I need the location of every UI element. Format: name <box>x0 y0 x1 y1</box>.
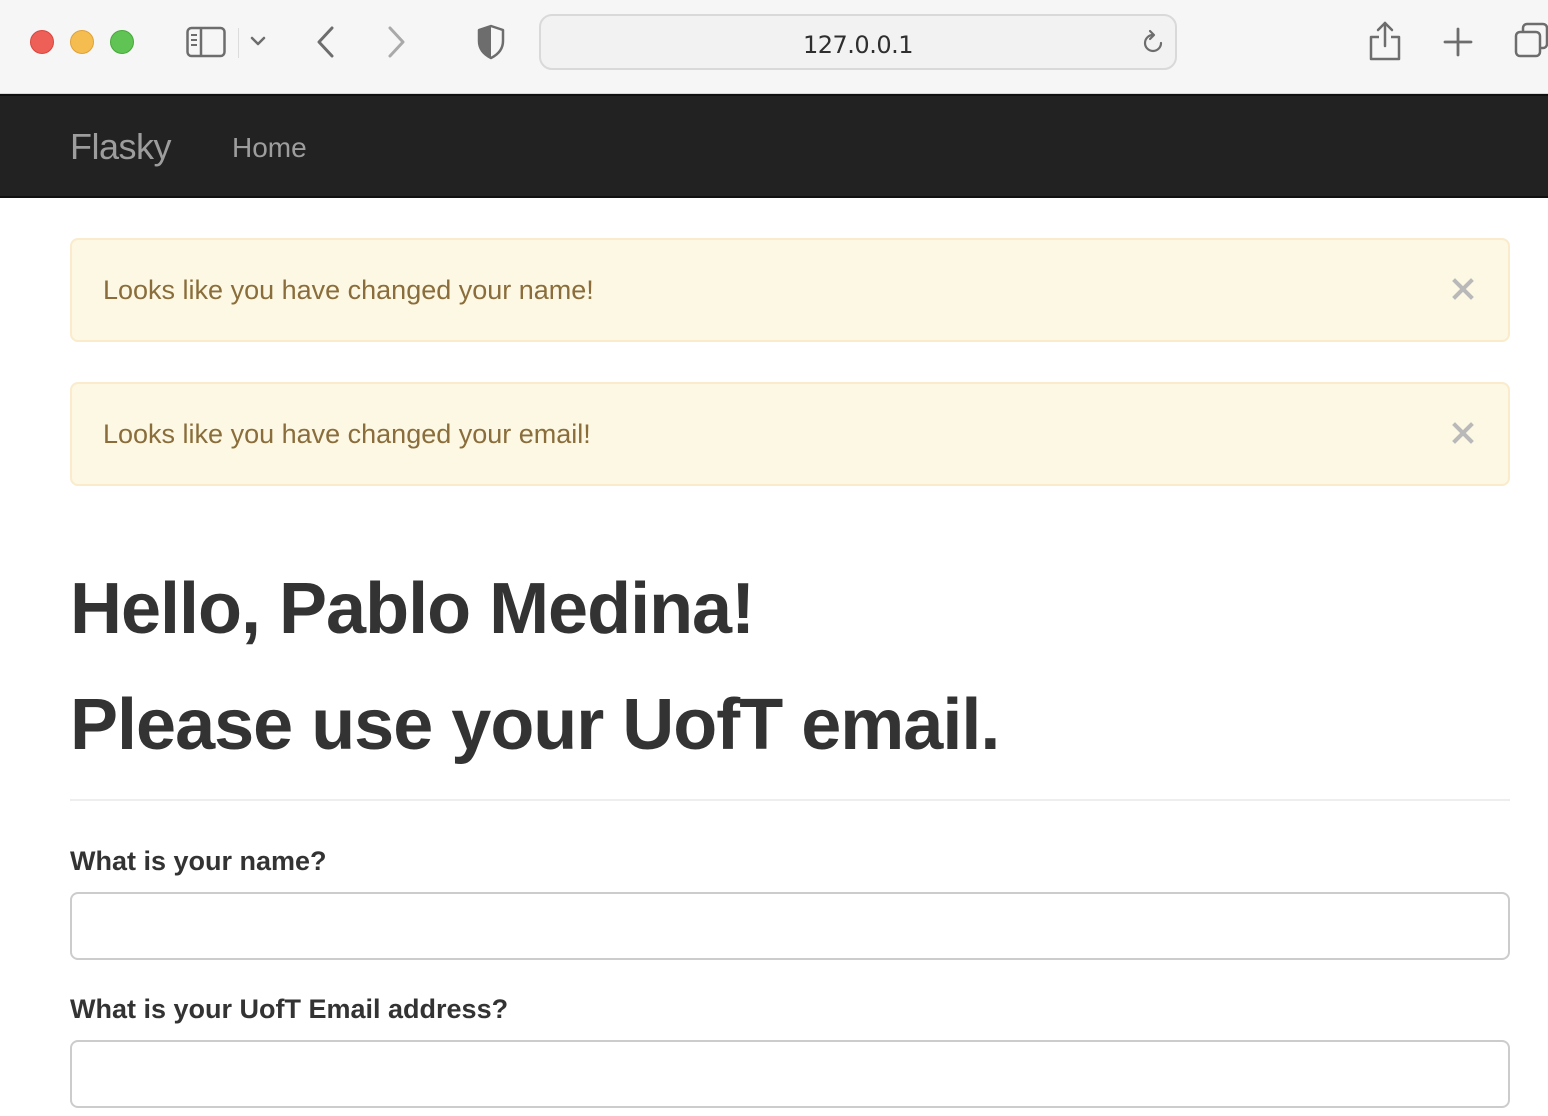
window-close-button[interactable] <box>30 30 54 54</box>
window-maximize-button[interactable] <box>110 30 134 54</box>
plus-icon[interactable] <box>1442 26 1474 58</box>
toolbar-divider <box>238 28 239 58</box>
nav-link-home[interactable]: Home <box>232 132 307 164</box>
address-url: 127.0.0.1 <box>802 31 914 59</box>
shield-icon[interactable] <box>476 24 506 60</box>
page-header: Hello, Pablo Medina! Please use your Uof… <box>70 560 1510 801</box>
greeting-heading: Hello, Pablo Medina! <box>70 569 755 649</box>
close-icon[interactable] <box>1448 274 1478 304</box>
chevron-down-icon[interactable] <box>250 34 266 48</box>
email-input[interactable] <box>70 1040 1510 1108</box>
reload-icon[interactable] <box>1139 29 1167 57</box>
address-bar[interactable]: 127.0.0.1 <box>539 14 1177 70</box>
alert-message: Looks like you have changed your name! <box>103 275 594 305</box>
alert-message: Looks like you have changed your email! <box>103 419 591 449</box>
flash-alert-email: Looks like you have changed your email! <box>70 382 1510 486</box>
email-field-label: What is your UofT Email address? <box>70 994 509 1024</box>
chevron-left-icon[interactable] <box>312 24 338 60</box>
tabs-overview-icon[interactable] <box>1514 22 1548 60</box>
name-input[interactable] <box>70 892 1510 960</box>
sidebar-icon[interactable] <box>186 26 226 58</box>
navbar: Flasky Home <box>0 94 1548 198</box>
flash-alert-name: Looks like you have changed your name! <box>70 238 1510 342</box>
share-icon[interactable] <box>1368 20 1402 62</box>
name-field-label: What is your name? <box>70 846 327 876</box>
close-icon[interactable] <box>1448 418 1478 448</box>
email-hint-heading: Please use your UofT email. <box>70 685 1000 765</box>
window-minimize-button[interactable] <box>70 30 94 54</box>
navbar-brand[interactable]: Flasky <box>70 126 172 168</box>
browser-toolbar: 127.0.0.1 <box>0 0 1548 94</box>
chevron-right-icon[interactable] <box>384 24 410 60</box>
